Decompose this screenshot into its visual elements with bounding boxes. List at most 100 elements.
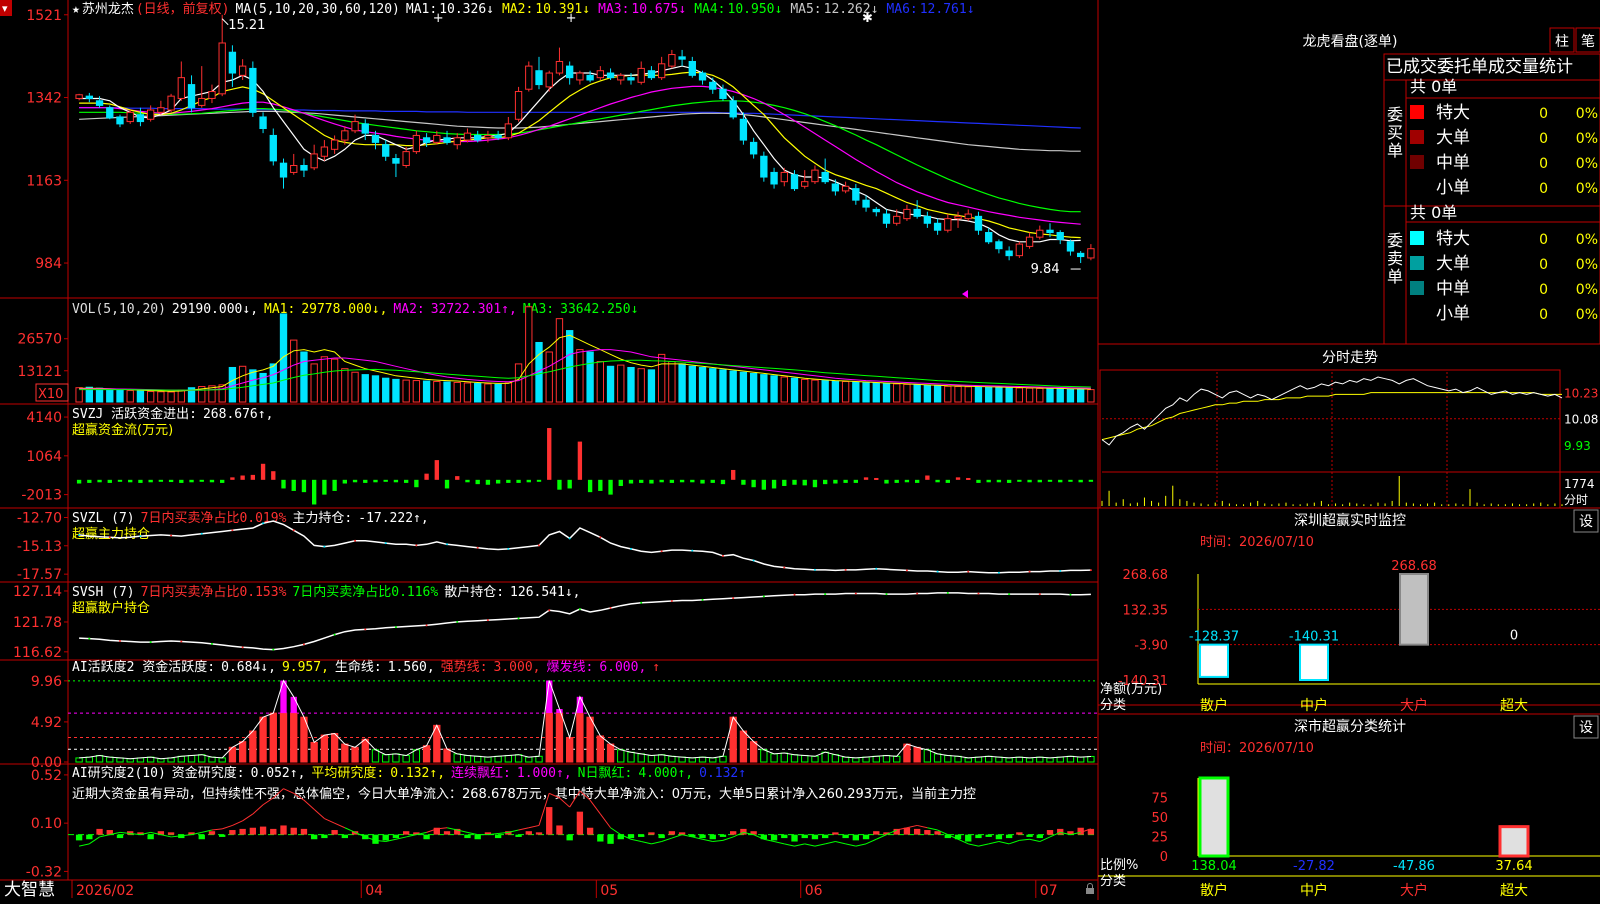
- svzj-bar: [792, 479, 797, 485]
- y-tick-label: 4.92: [31, 715, 62, 731]
- svzj-bar: [771, 479, 777, 489]
- candle-body: [95, 100, 104, 106]
- svzj-bar: [281, 479, 286, 489]
- svsh-dot: [640, 601, 643, 604]
- volume-bar: [463, 382, 472, 403]
- aiyj-bar: [730, 831, 737, 835]
- pillar-button-label: 柱: [1555, 34, 1569, 50]
- x-axis-label: 04: [365, 883, 383, 899]
- volume-bar: [1046, 388, 1054, 403]
- svzl-dot: [875, 567, 878, 570]
- y-tick-label: 0.52: [31, 768, 62, 784]
- svzj-bar: [751, 479, 756, 488]
- aiyj-bar: [852, 834, 859, 841]
- aiyj-header-item: 0.132↑: [699, 766, 746, 781]
- svzj-bar: [587, 479, 593, 493]
- classify-ratio-label: 比例%: [1100, 858, 1138, 873]
- svzj-bar: [128, 479, 133, 483]
- svsh-dot: [364, 628, 367, 631]
- brand-logo: 大智慧: [4, 880, 55, 900]
- candle-body: [535, 70, 543, 86]
- sell-row-name: 特大: [1436, 229, 1470, 249]
- candle-body: [494, 134, 502, 139]
- svzl-dot: [538, 544, 541, 547]
- y-tick-label: -15.13: [17, 539, 62, 555]
- chart-mode: (日线，前复权): [136, 1, 230, 17]
- volume-bar: [627, 366, 635, 403]
- y-tick-label: 1342: [26, 91, 62, 107]
- candle-body: [852, 188, 860, 201]
- aiyj-bar: [822, 834, 829, 839]
- candle-body: [913, 208, 921, 217]
- svzj-bar: [352, 479, 358, 483]
- candle-body: [647, 70, 656, 79]
- sidebar-bg: [1099, 0, 1600, 900]
- svzl-dot: [1028, 570, 1031, 573]
- svsh-header-item: 7日内买卖净占比0.153%: [141, 584, 287, 600]
- candle-body: [167, 95, 175, 111]
- ma-value: 10.326↓: [439, 2, 494, 17]
- candle-body: [688, 60, 696, 76]
- svzj-bar: [741, 479, 746, 485]
- aihy-bar: [351, 746, 359, 763]
- volume-bar: [504, 382, 513, 403]
- svzj-bar: [373, 479, 378, 483]
- main-chart-canvas[interactable]: 15211342116398415.219.84+ + ✱▾ ★ 苏州龙杰 (日线，前复权…: [0, 0, 1600, 900]
- monitor-bar: [1399, 573, 1429, 646]
- candle-body: [954, 215, 962, 220]
- aiyj-bar: [494, 834, 502, 839]
- volume-header-item: 33642.250↓: [560, 302, 638, 317]
- aiyj-bar: [781, 834, 788, 839]
- candle-body: [985, 232, 993, 243]
- volume-bar: [964, 386, 972, 403]
- sell-row-pct: 0%: [1576, 232, 1598, 248]
- aiyj-bar: [985, 834, 992, 837]
- svzj-bar: [731, 469, 736, 480]
- svzj-bar: [107, 479, 112, 483]
- aiyj-bar: [791, 834, 798, 842]
- svzl-dot: [384, 542, 387, 545]
- monitor-title: 深圳超赢实时监控: [1294, 512, 1406, 529]
- svsh-header-item: 126.541↓,: [510, 585, 580, 600]
- candle-body: [709, 81, 717, 90]
- buy-row-name: 大单: [1436, 128, 1470, 148]
- aihy-bar: [310, 741, 318, 763]
- aiyj-bar: [75, 834, 83, 841]
- svzl-dot: [200, 532, 203, 535]
- candle-body: [586, 74, 594, 81]
- aihy-header-item: 3.000,: [494, 660, 541, 675]
- candle-body: [862, 199, 870, 208]
- svsh-dot: [701, 598, 704, 601]
- svzj-bar: [495, 479, 501, 484]
- lock-icon[interactable]: [1086, 888, 1094, 894]
- svzj-bar: [363, 479, 368, 483]
- aihy-bar: [300, 716, 308, 763]
- volume-bar: [903, 383, 911, 403]
- candle-body: [330, 139, 339, 150]
- svzl-dot: [905, 569, 908, 572]
- volume-bar: [831, 380, 840, 403]
- svzj-bar: [935, 479, 940, 483]
- y-tick-label: 9.96: [31, 674, 62, 690]
- svzl-dot: [292, 529, 295, 532]
- candle-body: [157, 107, 165, 113]
- classify-category: 中户: [1300, 882, 1328, 899]
- candle-body: [1025, 236, 1034, 247]
- svzj-bar: [843, 479, 848, 483]
- volume-bar: [780, 376, 788, 403]
- intraday-y-tick: 10.23: [1564, 387, 1598, 401]
- aiyj-bar: [842, 834, 849, 839]
- candle-body: [831, 183, 840, 192]
- aihy-bar: [545, 712, 553, 763]
- svsh-dot: [548, 609, 551, 612]
- aihy-bar: [443, 748, 451, 763]
- candle-body: [238, 65, 247, 76]
- volume-bar: [678, 363, 686, 403]
- candle-body: [596, 70, 604, 79]
- sell-vlabel: 单: [1387, 267, 1403, 286]
- classify-y-tick: 0: [1160, 850, 1168, 865]
- sell-row-pct: 0%: [1576, 257, 1598, 273]
- star-icon: ★: [72, 2, 80, 17]
- volume-bar: [841, 381, 850, 403]
- svsh-dot: [977, 592, 980, 595]
